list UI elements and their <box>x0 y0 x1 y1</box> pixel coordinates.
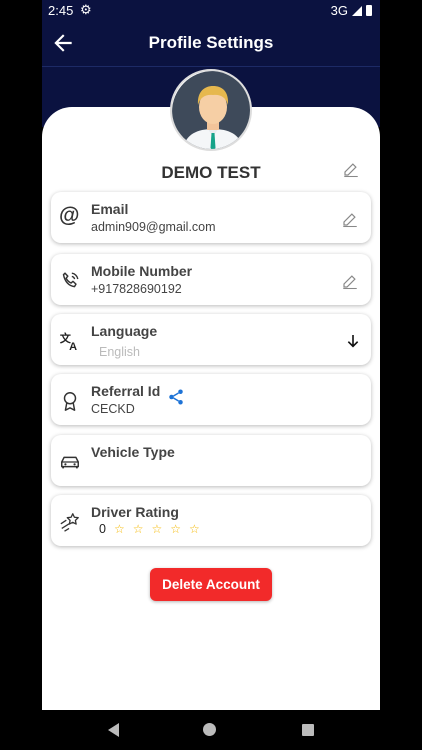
settings-gear-icon: ⚙ <box>80 2 92 17</box>
award-badge-icon <box>63 392 77 411</box>
mobile-row: Mobile Number +917828690192 <box>51 254 371 305</box>
vehicle-type-label: Vehicle Type <box>91 444 175 460</box>
referral-value: CECKD <box>91 402 135 416</box>
edit-name-pencil-icon[interactable] <box>342 160 360 178</box>
mobile-value: +917828690192 <box>91 282 182 296</box>
phone-icon <box>62 272 79 288</box>
car-icon <box>61 456 79 469</box>
mobile-label: Mobile Number <box>91 263 193 279</box>
profile-name: DEMO TEST <box>161 163 261 182</box>
language-select-value[interactable]: English <box>99 345 140 359</box>
email-value: admin909@gmail.com <box>91 220 216 234</box>
star-icon: ☆ <box>113 522 125 536</box>
referral-label: Referral Id <box>91 383 161 399</box>
driver-rating-label: Driver Rating <box>91 504 179 520</box>
arrow-down-icon[interactable] <box>345 333 361 349</box>
app-bar: Profile Settings <box>42 20 380 67</box>
edit-mobile-pencil-icon[interactable] <box>341 272 359 290</box>
language-row[interactable]: 文 A Language English <box>51 314 371 365</box>
star-icon: ☆ <box>132 522 144 536</box>
vehicle-type-row[interactable]: Vehicle Type <box>51 435 371 486</box>
delete-account-button[interactable]: Delete Account <box>150 568 272 601</box>
star-icon: ☆ <box>170 522 182 536</box>
star-icon: ☆ <box>189 522 200 536</box>
nav-home-icon[interactable] <box>203 723 216 736</box>
nav-recents-icon[interactable] <box>302 724 314 736</box>
battery-icon <box>366 5 372 16</box>
email-row: @ Email admin909@gmail.com <box>51 192 371 243</box>
edit-email-pencil-icon[interactable] <box>341 210 359 228</box>
nav-back-icon[interactable] <box>108 723 119 737</box>
network-type: 3G <box>330 3 348 18</box>
referral-row: Referral Id CECKD <box>51 374 371 425</box>
share-icon[interactable] <box>167 388 185 406</box>
rating-value: 0 <box>99 522 106 536</box>
translate-icon: 文 A <box>60 331 77 352</box>
star-icon: ☆ <box>151 522 163 536</box>
email-label: Email <box>91 201 129 217</box>
rating-display: 0 ☆ ☆ ☆ ☆ ☆ <box>99 522 208 536</box>
svg-text:A: A <box>69 341 77 352</box>
status-indicators: 3G <box>331 3 372 18</box>
page-title: Profile Settings <box>148 33 274 52</box>
screen: 2:45 ⚙ 3G Profile Settings DEMO TEST @ E… <box>0 0 422 750</box>
status-time: 2:45 <box>48 3 74 18</box>
signal-icon <box>352 5 362 16</box>
at-sign-icon: @ <box>59 204 80 227</box>
status-bar: 2:45 ⚙ 3G <box>42 0 380 20</box>
shooting-star-icon <box>60 513 79 532</box>
driver-rating-row: Driver Rating 0 ☆ ☆ ☆ ☆ ☆ <box>51 495 371 546</box>
language-label: Language <box>91 323 158 339</box>
avatar[interactable] <box>170 69 252 151</box>
system-nav-bar <box>42 710 380 750</box>
rating-stars: ☆ ☆ ☆ ☆ ☆ <box>114 522 208 536</box>
